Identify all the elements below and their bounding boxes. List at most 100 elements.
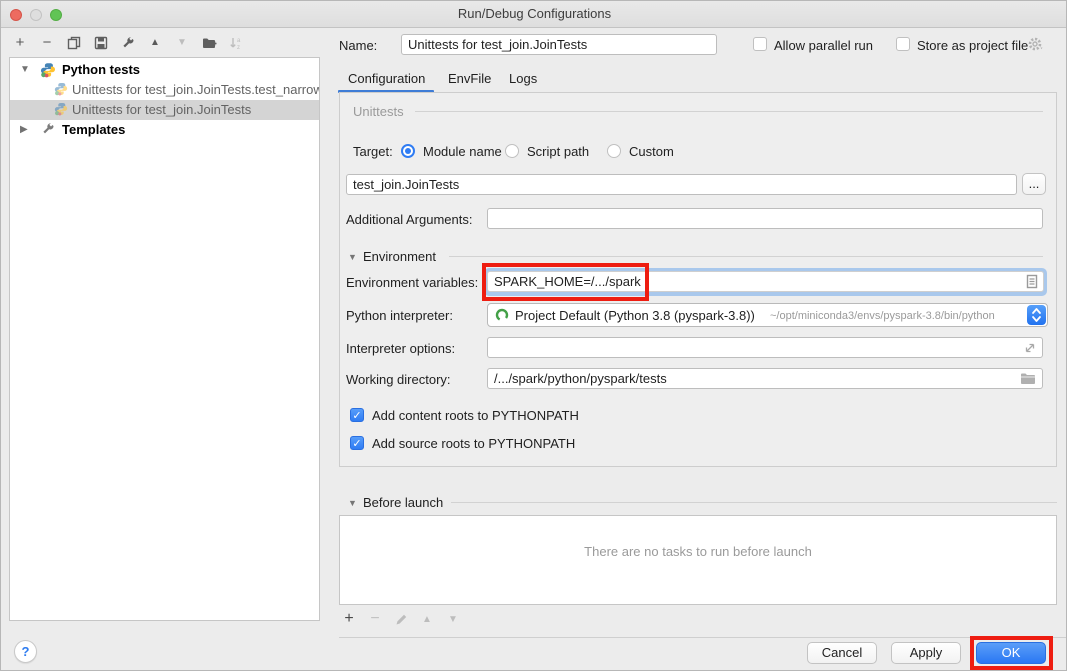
target-module-name-label: Module name xyxy=(423,144,502,159)
target-custom-radio[interactable] xyxy=(607,144,621,158)
tab-configuration[interactable]: Configuration xyxy=(348,71,425,86)
remove-icon: − xyxy=(370,610,379,628)
target-custom-label: Custom xyxy=(629,144,674,159)
ellipsis-icon: ... xyxy=(1029,176,1040,191)
zoom-button[interactable] xyxy=(50,9,62,21)
templates-wrench-icon xyxy=(41,122,55,136)
name-input[interactable] xyxy=(401,34,717,55)
minimize-button[interactable] xyxy=(30,9,42,21)
select-stepper-icon[interactable] xyxy=(1027,305,1046,325)
sort-icon: az xyxy=(229,36,243,50)
python-test-icon xyxy=(54,82,68,96)
additional-arguments-input[interactable] xyxy=(487,208,1043,229)
conda-env-icon xyxy=(495,308,509,322)
expand-field-button[interactable] xyxy=(1023,341,1037,355)
title-bar: Run/Debug Configurations xyxy=(1,1,1067,28)
sort-configurations-button[interactable]: az xyxy=(227,34,245,52)
add-content-roots-label: Add content roots to PYTHONPATH xyxy=(372,408,579,423)
python-interpreter-label: Python interpreter: xyxy=(346,308,453,323)
store-as-project-file-label: Store as project file xyxy=(917,38,1028,53)
variables-list-icon xyxy=(1025,274,1039,289)
working-directory-input[interactable] xyxy=(487,368,1043,389)
copy-configuration-button[interactable] xyxy=(65,34,83,52)
interpreter-options-label: Interpreter options: xyxy=(346,341,455,356)
remove-configuration-button[interactable]: − xyxy=(38,34,56,52)
before-launch-toolbar: + − ▲ ▼ xyxy=(341,611,461,627)
move-task-down-button[interactable]: ▼ xyxy=(445,611,461,627)
copy-icon xyxy=(67,36,81,50)
working-directory-label: Working directory: xyxy=(346,372,451,387)
remove-task-button[interactable]: − xyxy=(367,611,383,627)
store-as-project-file-checkbox[interactable] xyxy=(896,37,910,51)
tree-item-unittests-jointests-selected[interactable]: Unittests for test_join.JoinTests xyxy=(10,100,319,120)
allow-parallel-run-label: Allow parallel run xyxy=(774,38,873,53)
before-launch-title: Before launch xyxy=(363,495,443,510)
python-tests-icon xyxy=(40,62,56,78)
interpreter-path: ~/opt/miniconda3/envs/pyspark-3.8/bin/py… xyxy=(770,310,995,322)
move-up-button[interactable]: ▲ xyxy=(146,34,164,52)
interpreter-options-input[interactable] xyxy=(487,337,1043,358)
tree-item-label: Unittests for test_join.JoinTests xyxy=(72,100,251,120)
run-debug-configurations-dialog: Run/Debug Configurations + − ▲ ▼ az ▼ Py xyxy=(0,0,1067,671)
unittests-group-title: Unittests xyxy=(353,104,404,119)
footer-divider xyxy=(339,637,1067,638)
tree-item-label: Python tests xyxy=(62,60,140,80)
window-title: Run/Debug Configurations xyxy=(1,1,1067,27)
before-launch-collapse-icon[interactable]: ▼ xyxy=(348,498,357,508)
close-button[interactable] xyxy=(10,9,22,21)
move-down-icon: ▼ xyxy=(177,34,187,52)
save-icon xyxy=(94,36,108,50)
tree-item-label: Unittests for test_join.JoinTests.test_n… xyxy=(72,80,319,100)
tab-envfile[interactable]: EnvFile xyxy=(448,71,491,86)
configurations-tree: ▼ Python tests Unittests for test_join.J… xyxy=(9,57,320,621)
check-icon: ✓ xyxy=(352,410,361,422)
folder-icon xyxy=(1020,372,1036,385)
group-divider xyxy=(449,256,1043,257)
ok-button[interactable]: OK xyxy=(976,642,1046,664)
target-label: Target: xyxy=(353,144,393,159)
before-launch-tasks-panel: There are no tasks to run before launch xyxy=(339,515,1057,605)
add-content-roots-checkbox[interactable]: ✓ xyxy=(350,408,364,422)
add-task-button[interactable]: + xyxy=(341,611,357,627)
add-source-roots-checkbox[interactable]: ✓ xyxy=(350,436,364,450)
add-source-roots-label: Add source roots to PYTHONPATH xyxy=(372,436,575,451)
new-folder-button[interactable] xyxy=(200,34,218,52)
tree-item-unittests-test-narrow[interactable]: Unittests for test_join.JoinTests.test_n… xyxy=(10,80,319,100)
new-folder-icon xyxy=(202,36,217,50)
browse-directory-button[interactable] xyxy=(1020,372,1036,385)
help-button[interactable]: ? xyxy=(14,640,37,663)
group-divider xyxy=(451,502,1057,503)
move-down-button[interactable]: ▼ xyxy=(173,34,191,52)
cancel-button[interactable]: Cancel xyxy=(807,642,877,664)
browse-env-vars-button[interactable] xyxy=(1025,274,1039,289)
collapsed-arrow-icon[interactable]: ▶ xyxy=(20,120,32,140)
configurations-toolbar: + − ▲ ▼ az xyxy=(11,34,245,52)
gear-icon xyxy=(1028,37,1046,53)
add-icon: + xyxy=(16,34,25,52)
pencil-icon xyxy=(395,613,408,626)
module-name-input[interactable] xyxy=(346,174,1017,195)
add-icon: + xyxy=(344,610,353,628)
store-settings-gear-button[interactable] xyxy=(1028,37,1046,53)
tab-logs[interactable]: Logs xyxy=(509,71,537,86)
target-module-name-radio[interactable] xyxy=(401,144,415,158)
save-configuration-button[interactable] xyxy=(92,34,110,52)
environment-collapse-icon[interactable]: ▼ xyxy=(348,252,357,262)
interpreter-name: Project Default (Python 3.8 (pyspark-3.8… xyxy=(515,308,755,323)
before-launch-empty-text: There are no tasks to run before launch xyxy=(340,544,1056,559)
browse-module-button[interactable]: ... xyxy=(1022,173,1046,195)
edit-templates-button[interactable] xyxy=(119,34,137,52)
apply-button[interactable]: Apply xyxy=(891,642,961,664)
environment-variables-input[interactable] xyxy=(487,271,1044,292)
edit-task-button[interactable] xyxy=(393,611,409,627)
allow-parallel-run-checkbox[interactable] xyxy=(753,37,767,51)
tree-item-templates[interactable]: ▶ Templates xyxy=(10,120,319,140)
target-script-path-label: Script path xyxy=(527,144,589,159)
target-script-path-radio[interactable] xyxy=(505,144,519,158)
expanded-arrow-icon[interactable]: ▼ xyxy=(20,60,32,80)
move-task-up-button[interactable]: ▲ xyxy=(419,611,435,627)
tree-item-python-tests[interactable]: ▼ Python tests xyxy=(10,60,319,80)
python-test-icon xyxy=(54,102,68,116)
move-up-icon: ▲ xyxy=(150,34,160,52)
add-configuration-button[interactable]: + xyxy=(11,34,29,52)
